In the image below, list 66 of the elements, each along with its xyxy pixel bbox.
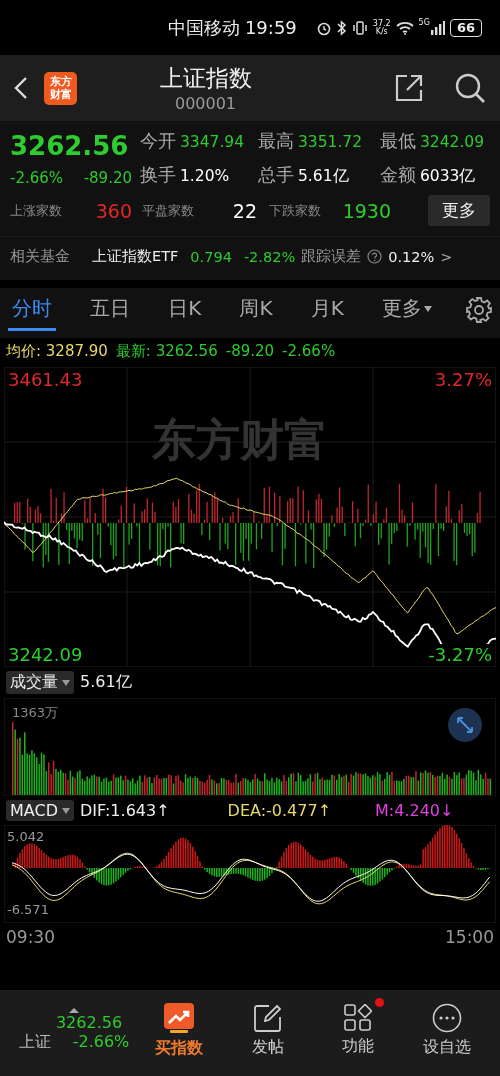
fund-name[interactable]: 上证指数ETF	[92, 247, 179, 266]
period-tab[interactable]: 日K	[164, 289, 206, 331]
last-price: 3262.56	[10, 130, 129, 163]
time-axis-label: 09:30	[6, 927, 55, 947]
tracking-error-value: 0.12%	[388, 248, 435, 265]
latest-change-percent: -2.66%	[282, 342, 336, 361]
clock-time: 19:59	[244, 17, 297, 38]
fund-section-label: 相关基金	[10, 247, 70, 266]
stat-value: 5.61亿	[298, 166, 349, 187]
breadth-count: 22	[232, 199, 257, 222]
max-volume-label: 1363万	[10, 704, 61, 722]
nav-item[interactable]: 买指数	[134, 1000, 224, 1060]
breadth-label: 上涨家数	[10, 201, 62, 220]
average-price: 均价: 3287.90	[6, 342, 108, 361]
indicator-selector[interactable]: 成交量	[6, 671, 74, 694]
chevron-right[interactable]: >	[440, 248, 453, 265]
stat-value: 3351.72	[298, 133, 363, 151]
macd-max-label: 5.042	[7, 829, 45, 844]
more-button[interactable]: 更多	[428, 195, 490, 226]
period-tab[interactable]: 分时	[8, 289, 56, 331]
stat-label: 换手	[140, 163, 176, 187]
carrier-name: 中国移动	[167, 15, 240, 40]
app-logo: 东方 财富	[44, 71, 77, 105]
ticker-name: 上证	[18, 1031, 51, 1053]
low-percent-label: -3.27%	[426, 644, 494, 665]
ticker-change: -2.66%	[72, 1031, 130, 1053]
change-amount: -89.20	[83, 169, 132, 187]
indicator-selector[interactable]: MACD	[6, 800, 74, 821]
ticker-price: 3262.56	[55, 1012, 123, 1032]
period-tab[interactable]: 周K	[235, 289, 277, 331]
fund-price: 0.794	[190, 248, 232, 265]
latest-change: -89.20	[225, 342, 275, 361]
dea-value: DEA:-0.477↑	[227, 801, 332, 820]
breadth-label: 平盘家数	[142, 201, 194, 220]
time-axis-label: 15:00	[445, 927, 494, 947]
dif-value: DIF:1.643↑	[79, 801, 170, 820]
stat-label: 今开	[140, 129, 176, 153]
stat-label: 最低	[380, 129, 416, 153]
stat-value: 6033亿	[420, 166, 476, 187]
nav-item[interactable]: 设自选	[402, 1001, 492, 1059]
stat-label: 总手	[258, 163, 294, 187]
nav-item[interactable]: 发帖	[223, 1001, 313, 1059]
nav-item[interactable]: 功能	[313, 1002, 403, 1058]
tracking-error-label: 跟踪误差	[301, 247, 362, 266]
change-percent: -2.66%	[10, 169, 64, 187]
network-type: 5G	[418, 18, 430, 27]
breadth-count: 360	[95, 199, 132, 222]
period-tab[interactable]: 月K	[306, 289, 348, 331]
battery-level: 66	[449, 18, 482, 37]
total-volume: 5.61亿	[80, 672, 132, 693]
stat-label: 最高	[258, 129, 294, 153]
breadth-label: 下跌家数	[269, 201, 321, 220]
fund-change: -2.82%	[243, 248, 296, 265]
more-tab[interactable]: 更多	[377, 289, 436, 331]
stat-label: 金额	[380, 163, 416, 187]
macd-min-label: -6.571	[7, 902, 49, 917]
period-tab[interactable]: 五日	[86, 289, 135, 331]
breadth-count: 1930	[342, 199, 391, 222]
stat-value: 3242.09	[420, 133, 485, 151]
latest-price: 最新: 3262.56	[115, 342, 218, 361]
network-speed: 37.2 K/s	[372, 19, 391, 36]
stat-value: 1.20%	[180, 167, 230, 185]
stock-code: 000001	[174, 94, 237, 113]
page-title: 上证指数	[159, 64, 252, 93]
stat-value: 3347.94	[180, 133, 245, 151]
macd-value: M:4.240↓	[375, 801, 454, 820]
